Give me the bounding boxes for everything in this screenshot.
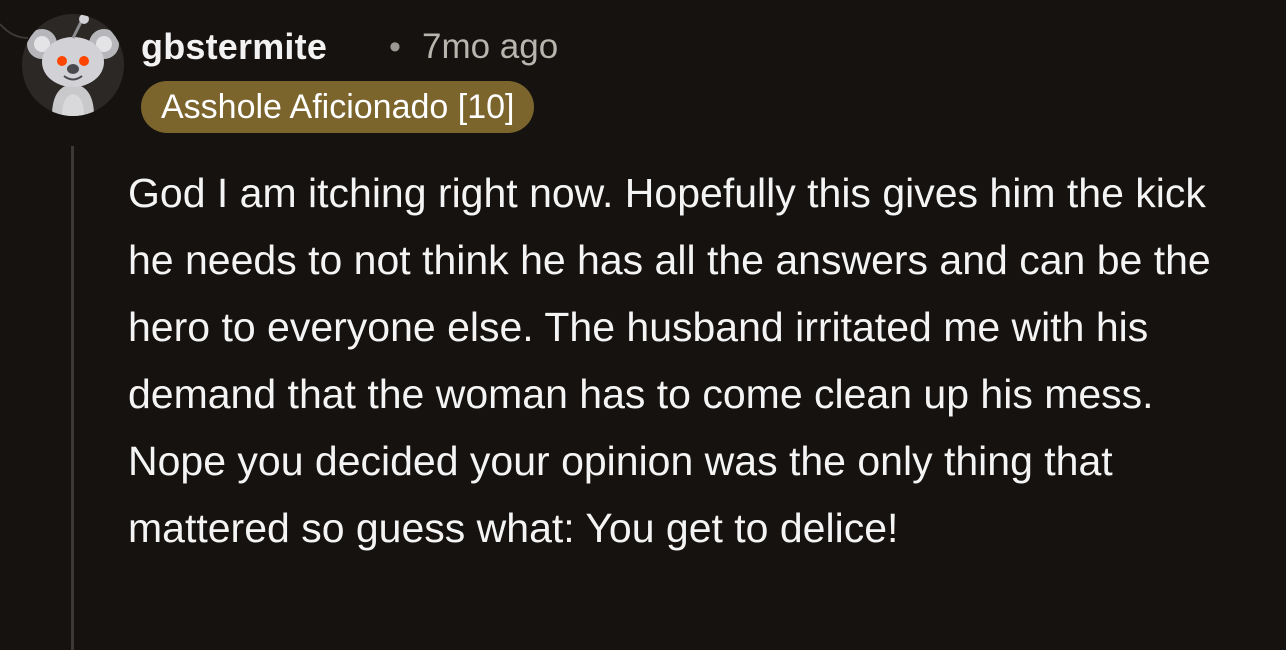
- parent-thread-connector: [0, 23, 29, 39]
- author-username[interactable]: gbstermite: [141, 24, 327, 70]
- comment-body: God I am itching right now. Hopefully th…: [128, 170, 1211, 551]
- thread-collapse-line[interactable]: [71, 146, 74, 650]
- comment-timestamp[interactable]: 7mo ago: [422, 24, 558, 70]
- user-avatar[interactable]: [22, 14, 124, 116]
- user-flair-badge: Asshole Aficionado [10]: [141, 81, 535, 133]
- meta-separator: •: [389, 28, 401, 66]
- snoo-koala-avatar-icon: [22, 14, 124, 116]
